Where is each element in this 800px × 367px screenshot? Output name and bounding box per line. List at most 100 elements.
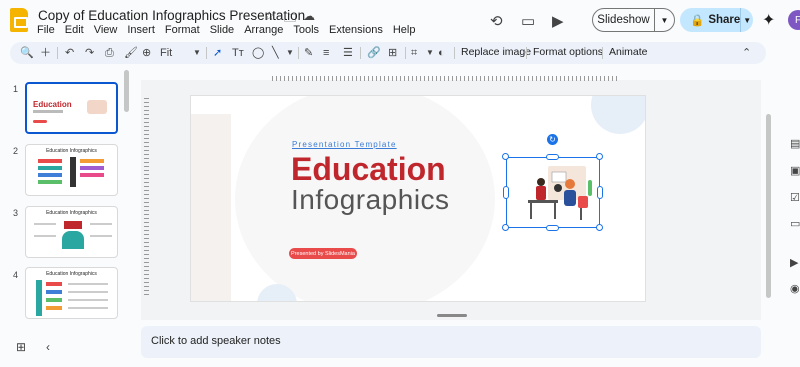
slide-thumbnail-2[interactable]: Education Infographics	[25, 144, 118, 196]
avatar[interactable]: F	[788, 10, 800, 30]
pen-icon[interactable]: ✎	[304, 45, 313, 61]
chevron-down-icon[interactable]: ▼	[193, 45, 201, 61]
thumb-title: Education Infographics	[46, 271, 97, 277]
notes-resize-handle[interactable]	[437, 314, 467, 317]
menu-extensions[interactable]: Extensions	[329, 24, 383, 36]
thumb-title: Education	[33, 100, 72, 109]
toolbar: 🔍 ＋ ↶ ↷ ⎙ 🖌 ⊕ Fit ▼ ➚ Tт ◯ ╲ ▼ ✎ ≡ ☰ 🔗 ⊞…	[10, 42, 766, 64]
presented-by-pill[interactable]: Presented by SlidesMania	[289, 248, 357, 259]
thumb-title: Education Infographics	[46, 210, 97, 216]
vertical-ruler	[144, 95, 149, 295]
comment-icon[interactable]: ▭	[521, 12, 535, 30]
chevron-down-icon[interactable]: ▼	[654, 9, 674, 31]
thumb-title: Education Infographics	[46, 148, 97, 154]
add-icon[interactable]: ＋	[40, 45, 51, 61]
share-button[interactable]: 🔒 Share ▼	[680, 8, 753, 32]
line-icon[interactable]: ╲	[272, 45, 279, 61]
menu-bar: File Edit View Insert Format Slide Arran…	[37, 24, 415, 36]
slide-number: 2	[13, 146, 19, 156]
history-icon[interactable]: ⟲	[490, 12, 503, 30]
border-weight-icon[interactable]: ≡	[323, 45, 329, 61]
resize-handle[interactable]	[596, 224, 603, 231]
slide-number: 4	[13, 270, 19, 280]
select-icon[interactable]: ➚	[213, 45, 222, 61]
slide-thumbnail-3[interactable]: Education Infographics	[25, 206, 118, 258]
paint-format-icon[interactable]: 🖌	[124, 45, 138, 61]
resize-handle[interactable]	[597, 186, 603, 199]
zoom-select[interactable]: Fit	[160, 45, 172, 61]
thumb-pencil	[70, 157, 76, 187]
shape-icon[interactable]: ◯	[252, 45, 264, 61]
link-icon[interactable]: 🔗	[367, 45, 381, 61]
text-box-icon[interactable]: Tт	[232, 45, 244, 61]
grid-view-icon[interactable]: ⊞	[16, 340, 26, 354]
toolbar-divider	[57, 47, 58, 59]
slide-thumbnail-4[interactable]: Education Infographics	[25, 267, 118, 319]
thumb-bar	[80, 159, 104, 163]
menu-format[interactable]: Format	[165, 24, 200, 36]
resize-handle[interactable]	[546, 225, 559, 231]
resize-handle[interactable]	[503, 186, 509, 199]
keep-icon[interactable]: ▣	[790, 164, 800, 177]
collapse-filmstrip-icon[interactable]: ‹	[46, 340, 50, 354]
resize-handle[interactable]	[502, 153, 509, 160]
slide-title[interactable]: Education	[291, 151, 446, 188]
resize-handle[interactable]	[502, 224, 509, 231]
menu-insert[interactable]: Insert	[127, 24, 155, 36]
animate-button[interactable]: Animate	[609, 46, 648, 58]
chevron-down-icon[interactable]: ▼	[426, 45, 434, 61]
decorative-circle	[591, 96, 645, 134]
collapse-toolbar-icon[interactable]: ⌃	[742, 45, 751, 61]
print-icon[interactable]: ⎙	[105, 45, 114, 61]
speaker-notes[interactable]: Click to add speaker notes	[141, 326, 761, 358]
mask-icon[interactable]: ◐	[438, 45, 445, 61]
resize-handle[interactable]	[546, 154, 559, 160]
menu-tools[interactable]: Tools	[293, 24, 319, 36]
star-icon[interactable]: ☆	[264, 9, 275, 23]
chevron-down-icon[interactable]: ▼	[286, 45, 294, 61]
thumb-line	[34, 235, 56, 237]
thumb-bar	[46, 298, 62, 302]
tasks-icon[interactable]: ☑	[790, 191, 800, 204]
slide-thumbnail-1[interactable]: Education	[25, 82, 118, 134]
calendar-icon[interactable]: ▤	[790, 137, 800, 150]
menu-edit[interactable]: Edit	[65, 24, 84, 36]
gemini-icon[interactable]: ✦	[762, 10, 775, 30]
image-selection-box[interactable]	[506, 157, 600, 228]
menu-file[interactable]: File	[37, 24, 55, 36]
undo-icon[interactable]: ↶	[65, 45, 74, 61]
thumb-line	[90, 235, 112, 237]
slideshow-button[interactable]: Slideshow ▼	[592, 8, 675, 32]
cloud-icon[interactable]: ☁	[303, 9, 315, 23]
thumb-bar	[38, 173, 62, 177]
border-dash-icon[interactable]: ☰	[343, 45, 353, 61]
zoom-icon[interactable]: ⊕	[142, 45, 151, 61]
thumb-bar	[46, 306, 62, 310]
drive-icon[interactable]: ▭	[790, 217, 800, 230]
redo-icon[interactable]: ↷	[85, 45, 94, 61]
slide-subtitle[interactable]: Infographics	[291, 184, 450, 216]
thumb-bar	[38, 159, 62, 163]
menu-slide[interactable]: Slide	[210, 24, 234, 36]
search-icon[interactable]: 🔍	[20, 45, 34, 61]
thumb-subtitle-line	[33, 110, 63, 113]
menu-arrange[interactable]: Arrange	[244, 24, 283, 36]
meet-icon[interactable]: ▶	[552, 12, 564, 30]
replace-image-button[interactable]: Replace image	[461, 46, 531, 58]
resize-handle[interactable]	[596, 153, 603, 160]
crop-icon[interactable]: ⌗	[411, 45, 417, 61]
title-bar: Copy of Education Infographics Presentat…	[0, 0, 800, 40]
slide-kicker[interactable]: Presentation Template	[292, 140, 397, 149]
comment-add-icon[interactable]: ⊞	[388, 45, 397, 61]
format-options-button[interactable]: Format options	[533, 46, 603, 58]
rotate-handle-icon[interactable]: ↻	[547, 134, 558, 145]
canvas-scrollbar[interactable]	[766, 114, 771, 298]
toolbar-divider	[298, 47, 299, 59]
addons-icon[interactable]: ◉	[790, 282, 800, 295]
slides-logo-icon[interactable]	[10, 8, 28, 32]
filmstrip-scrollbar[interactable]	[124, 70, 129, 112]
chevron-down-icon[interactable]: ▼	[740, 8, 753, 32]
menu-help[interactable]: Help	[393, 24, 416, 36]
menu-view[interactable]: View	[94, 24, 118, 36]
maps-icon[interactable]: ▶	[790, 256, 798, 269]
